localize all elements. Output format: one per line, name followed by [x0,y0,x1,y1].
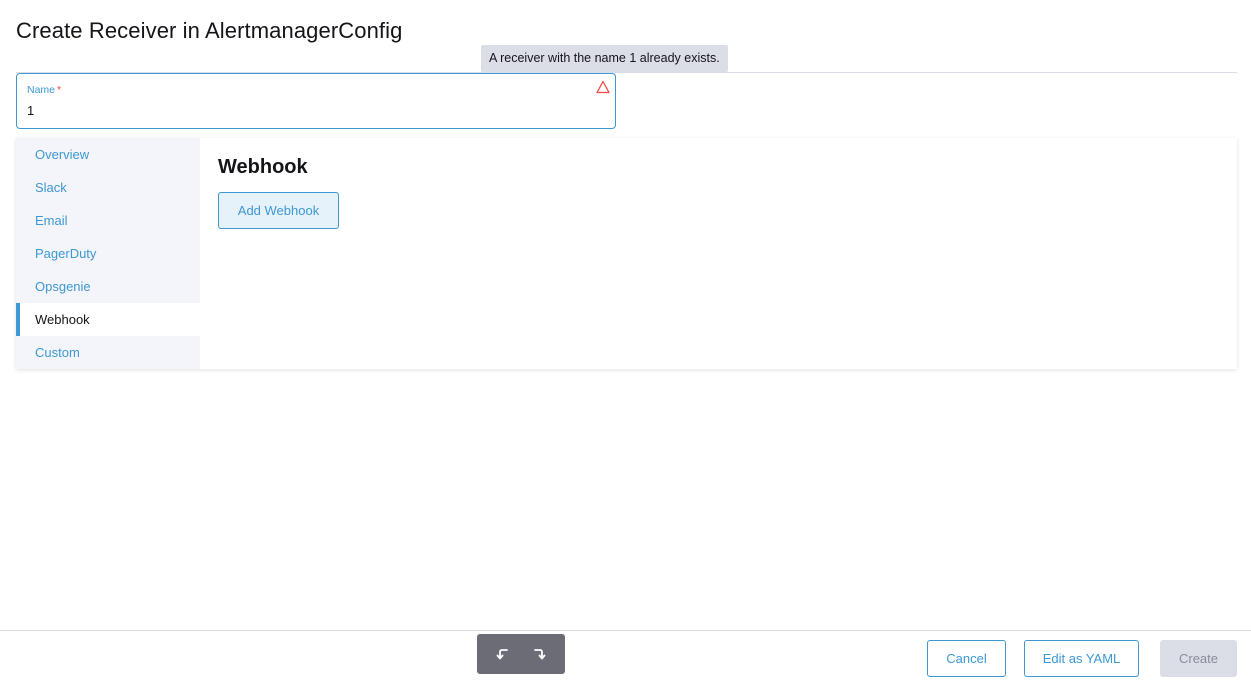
undo-redo-toolbar [477,634,565,674]
redo-arrow-icon [534,649,546,660]
add-webhook-button[interactable]: Add Webhook [218,192,339,229]
cancel-button[interactable]: Cancel [927,640,1006,677]
tab-slack[interactable]: Slack [16,171,200,204]
name-field[interactable]: Name * [16,73,616,129]
create-receiver-page: Create Receiver in AlertmanagerConfig A … [0,0,1251,684]
page-title: Create Receiver in AlertmanagerConfig [16,18,403,43]
redo-button[interactable] [525,640,553,668]
tab-webhook[interactable]: Webhook [16,303,200,336]
tab-opsgenie[interactable]: Opsgenie [16,270,200,303]
edit-as-yaml-button[interactable]: Edit as YAML [1024,640,1139,677]
required-marker: * [57,84,62,96]
footer-divider [0,630,1251,631]
warning-triangle-icon [596,80,610,94]
create-button[interactable]: Create [1160,640,1237,677]
name-input[interactable] [27,101,567,119]
receiver-type-tabs: Overview Slack Email PagerDuty Opsgenie … [16,138,200,369]
tab-custom[interactable]: Custom [16,336,200,369]
undo-button[interactable] [489,640,517,668]
tab-pagerduty[interactable]: PagerDuty [16,237,200,270]
section-title: Webhook [218,156,308,178]
tab-email[interactable]: Email [16,204,200,237]
receiver-config-panel: Overview Slack Email PagerDuty Opsgenie … [16,138,1237,369]
name-label: Name * [27,84,61,96]
tab-overview[interactable]: Overview [16,138,200,171]
name-label-text: Name [27,84,56,96]
undo-arrow-icon [496,649,508,660]
